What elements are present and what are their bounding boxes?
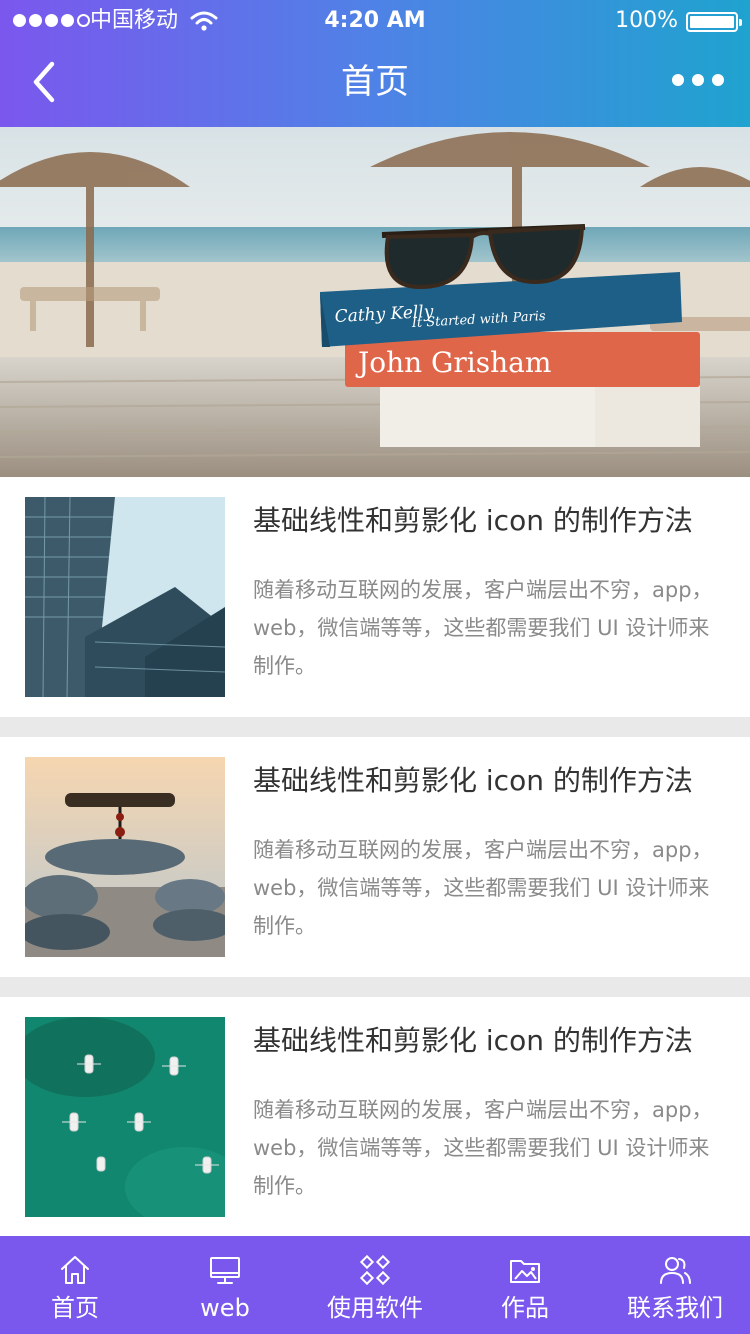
folder-image-icon	[510, 1260, 540, 1283]
article-thumbnail	[25, 757, 225, 957]
article-item[interactable]: 基础线性和剪影化 icon 的制作方法 随着移动互联网的发展，客户端层出不穷，a…	[0, 997, 750, 1237]
apps-icon	[359, 1254, 391, 1286]
tab-home[interactable]: 首页	[0, 1236, 150, 1334]
article-description: 随着移动互联网的发展，客户端层出不穷，app，web，微信端等等，这些都需要我们…	[253, 1098, 713, 1198]
article-item[interactable]: 基础线性和剪影化 icon 的制作方法 随着移动互联网的发展，客户端层出不穷，a…	[0, 477, 750, 717]
tab-label: 使用软件	[327, 1294, 423, 1322]
banner-book-middle-title: John Grisham	[355, 346, 551, 379]
tab-label: 首页	[51, 1294, 99, 1322]
article-thumbnail	[25, 497, 225, 697]
more-horizontal-icon[interactable]	[672, 74, 724, 86]
tab-web[interactable]: web	[150, 1236, 300, 1334]
home-icon	[61, 1256, 89, 1284]
tab-label: web	[200, 1294, 250, 1322]
page-title: 首页	[341, 62, 409, 102]
tab-label: 联系我们	[627, 1294, 723, 1322]
article-title: 基础线性和剪影化 icon 的制作方法	[253, 1024, 693, 1057]
tab-software[interactable]: 使用软件	[300, 1236, 450, 1334]
tab-label: 作品	[501, 1294, 549, 1322]
battery-percent: 100%	[615, 8, 678, 33]
article-description: 随着移动互联网的发展，客户端层出不穷，app，web，微信端等等，这些都需要我们…	[253, 578, 713, 678]
tab-works[interactable]: 作品	[450, 1236, 600, 1334]
bottom-tab-bar: 首页 web 使用软件 作品 联系我们	[0, 1236, 750, 1334]
article-description: 随着移动互联网的发展，客户端层出不穷，app，web，微信端等等，这些都需要我们…	[253, 838, 713, 938]
monitor-icon	[210, 1257, 240, 1284]
header: 中国移动 4:20 AM 100% 首页	[0, 0, 750, 127]
article-thumbnail	[25, 1017, 225, 1217]
status-bar: 中国移动 4:20 AM 100%	[0, 0, 750, 42]
article-list: 基础线性和剪影化 icon 的制作方法 随着移动互联网的发展，客户端层出不穷，a…	[0, 477, 750, 1257]
article-title: 基础线性和剪影化 icon 的制作方法	[253, 764, 693, 797]
battery-icon	[686, 12, 742, 32]
banner-image[interactable]: John Grisham Cathy Kelly It Started with…	[0, 127, 750, 477]
article-item[interactable]: 基础线性和剪影化 icon 的制作方法 随着移动互联网的发展，客户端层出不穷，a…	[0, 737, 750, 977]
users-icon	[660, 1257, 691, 1284]
tab-contact[interactable]: 联系我们	[600, 1236, 750, 1334]
article-title: 基础线性和剪影化 icon 的制作方法	[253, 504, 693, 537]
